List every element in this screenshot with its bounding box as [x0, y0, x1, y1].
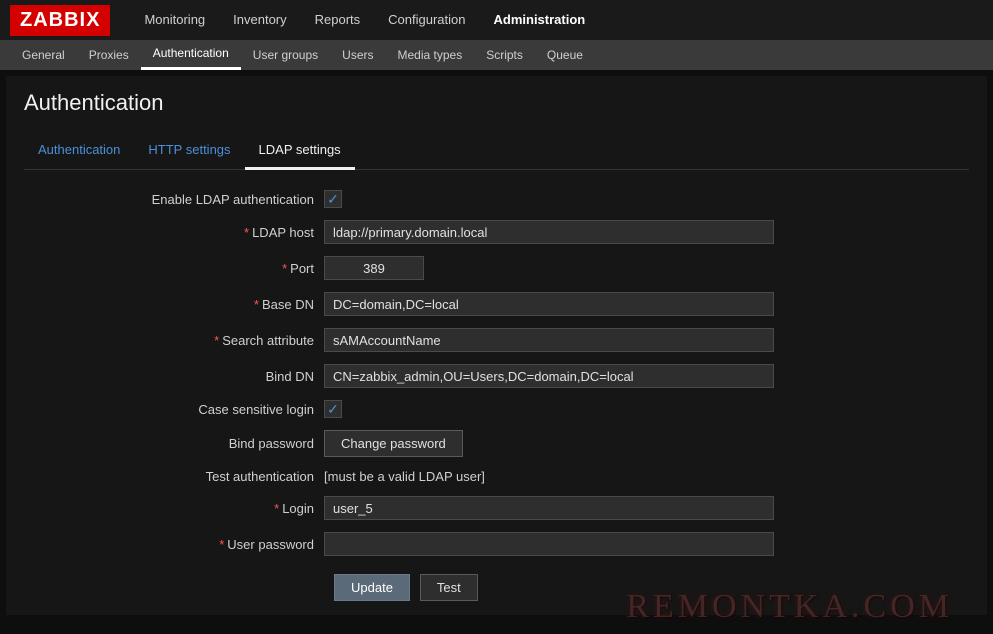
- enable-ldap-label: Enable LDAP authentication: [24, 192, 324, 207]
- case-sensitive-checkbox[interactable]: ✓: [324, 400, 342, 418]
- subnav-media-types[interactable]: Media types: [386, 40, 475, 70]
- ldap-host-input[interactable]: [324, 220, 774, 244]
- enable-ldap-checkbox[interactable]: ✓: [324, 190, 342, 208]
- subnav-users[interactable]: Users: [330, 40, 385, 70]
- change-password-button[interactable]: Change password: [324, 430, 463, 457]
- form-actions: Update Test: [334, 574, 969, 601]
- topnav-inventory[interactable]: Inventory: [219, 0, 300, 40]
- bind-password-label: Bind password: [24, 436, 324, 451]
- update-button[interactable]: Update: [334, 574, 410, 601]
- subnav-scripts[interactable]: Scripts: [474, 40, 535, 70]
- check-icon: ✓: [327, 192, 339, 206]
- subnav-queue[interactable]: Queue: [535, 40, 595, 70]
- basedn-input[interactable]: [324, 292, 774, 316]
- test-button[interactable]: Test: [420, 574, 478, 601]
- binddn-label: Bind DN: [24, 369, 324, 384]
- port-input[interactable]: [324, 256, 424, 280]
- check-icon: ✓: [327, 402, 339, 416]
- ldap-form: Enable LDAP authentication ✓ *LDAP host …: [24, 190, 969, 556]
- subnav-authentication[interactable]: Authentication: [141, 40, 241, 70]
- tab-ldap-settings[interactable]: LDAP settings: [245, 134, 355, 170]
- tab-authentication[interactable]: Authentication: [24, 134, 134, 169]
- login-label: *Login: [24, 501, 324, 516]
- tab-http-settings[interactable]: HTTP settings: [134, 134, 244, 169]
- port-label: *Port: [24, 261, 324, 276]
- login-input[interactable]: [324, 496, 774, 520]
- topnav-monitoring[interactable]: Monitoring: [130, 0, 219, 40]
- top-nav: ZABBIX Monitoring Inventory Reports Conf…: [0, 0, 993, 40]
- page-title: Authentication: [24, 90, 969, 116]
- search-attr-label: *Search attribute: [24, 333, 324, 348]
- user-password-input[interactable]: [324, 532, 774, 556]
- form-tabs: Authentication HTTP settings LDAP settin…: [24, 134, 969, 170]
- search-attr-input[interactable]: [324, 328, 774, 352]
- topnav-reports[interactable]: Reports: [301, 0, 375, 40]
- ldap-host-label: *LDAP host: [24, 225, 324, 240]
- subnav-user-groups[interactable]: User groups: [241, 40, 330, 70]
- topnav-administration[interactable]: Administration: [480, 0, 600, 40]
- topnav-configuration[interactable]: Configuration: [374, 0, 479, 40]
- logo: ZABBIX: [10, 5, 110, 36]
- user-password-label: *User password: [24, 537, 324, 552]
- sub-nav: General Proxies Authentication User grou…: [0, 40, 993, 70]
- subnav-general[interactable]: General: [10, 40, 77, 70]
- binddn-input[interactable]: [324, 364, 774, 388]
- case-sensitive-label: Case sensitive login: [24, 402, 324, 417]
- subnav-proxies[interactable]: Proxies: [77, 40, 141, 70]
- test-auth-label: Test authentication: [24, 469, 324, 484]
- test-auth-hint: [must be a valid LDAP user]: [324, 469, 485, 484]
- content-panel: Authentication Authentication HTTP setti…: [6, 76, 987, 615]
- basedn-label: *Base DN: [24, 297, 324, 312]
